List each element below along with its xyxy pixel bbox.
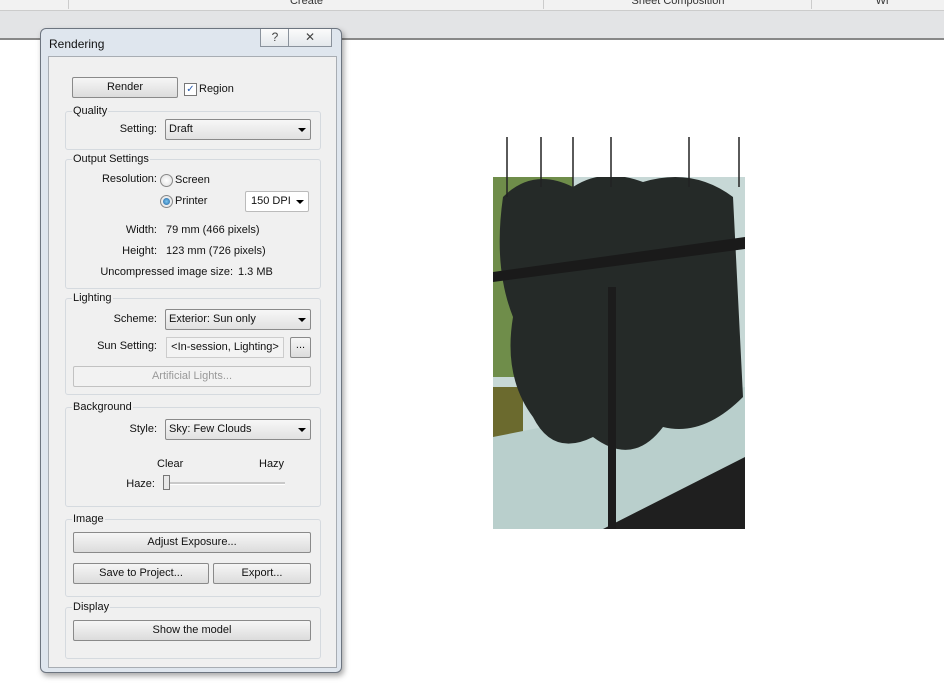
height-label: Height: [122, 245, 157, 257]
rendered-image [493, 137, 745, 529]
height-value: 123 mm (726 pixels) [166, 245, 266, 257]
dpi-dropdown[interactable]: 150 DPI [245, 191, 309, 212]
screen-label: Screen [175, 174, 210, 186]
width-value: 79 mm (466 pixels) [166, 224, 260, 236]
chevron-down-icon [298, 318, 306, 322]
close-button[interactable]: ✕ [288, 29, 332, 47]
screen-radio[interactable] [160, 174, 173, 187]
sun-setting-field: <In-session, Lighting> [166, 337, 284, 358]
image-size-value: 1.3 MB [238, 266, 273, 278]
ribbon-panel-bar: Create Sheet Composition Wi [0, 0, 944, 11]
adjust-exposure-button[interactable]: Adjust Exposure... [73, 532, 311, 553]
region-checkbox[interactable]: ✓ [184, 83, 197, 96]
lighting-label: Lighting [72, 292, 113, 304]
haze-slider-thumb[interactable] [163, 475, 170, 490]
scheme-label: Scheme: [113, 313, 157, 325]
quality-setting-dropdown[interactable]: Draft [165, 119, 311, 140]
output-settings-label: Output Settings [72, 153, 150, 165]
printer-label: Printer [175, 195, 208, 207]
dialog-body: Render ✓ Region Quality Setting: Draft O… [48, 56, 337, 668]
chevron-down-icon [298, 428, 306, 432]
haze-label: Haze: [126, 478, 155, 490]
scheme-dropdown[interactable]: Exterior: Sun only [165, 309, 311, 330]
rendering-dialog: Rendering ? ✕ Render ✓ Region Quality Se… [40, 28, 342, 673]
quality-label: Quality [72, 105, 109, 117]
ribbon-panel-sheet-composition[interactable]: Sheet Composition [543, 0, 812, 9]
sun-setting-label: Sun Setting: [97, 340, 157, 352]
region-label: Region [199, 83, 234, 95]
display-label: Display [72, 601, 111, 613]
clear-label: Clear [157, 458, 184, 470]
chevron-down-icon [296, 200, 304, 204]
width-label: Width: [125, 224, 157, 236]
image-label: Image [72, 513, 105, 525]
style-value: Sky: Few Clouds [169, 423, 252, 435]
render-button[interactable]: Render [72, 77, 178, 98]
scheme-value: Exterior: Sun only [169, 313, 256, 325]
save-to-project-button[interactable]: Save to Project... [73, 563, 209, 584]
dialog-title: Rendering [49, 37, 105, 51]
background-label: Background [72, 401, 133, 413]
help-button[interactable]: ? [260, 29, 290, 47]
image-size-label: Uncompressed image size: [100, 266, 233, 278]
sun-setting-browse-button[interactable]: ... [290, 337, 311, 358]
ribbon-panel-windows[interactable]: Wi [811, 0, 944, 9]
haze-slider-track[interactable] [165, 482, 285, 485]
ribbon-panel-create[interactable]: Create [68, 0, 544, 9]
resolution-label: Resolution: [101, 173, 157, 185]
dpi-value: 150 DPI [251, 195, 291, 207]
quality-value: Draft [169, 123, 193, 135]
export-button[interactable]: Export... [213, 563, 311, 584]
printer-radio[interactable] [160, 195, 173, 208]
chevron-down-icon [298, 128, 306, 132]
image-group [65, 519, 321, 597]
style-label: Style: [129, 423, 157, 435]
hazy-label: Hazy [259, 458, 285, 470]
render-preview [493, 137, 745, 529]
setting-label: Setting: [119, 123, 157, 135]
show-the-model-button[interactable]: Show the model [73, 620, 311, 641]
background-style-dropdown[interactable]: Sky: Few Clouds [165, 419, 311, 440]
artificial-lights-button[interactable]: Artificial Lights... [73, 366, 311, 387]
